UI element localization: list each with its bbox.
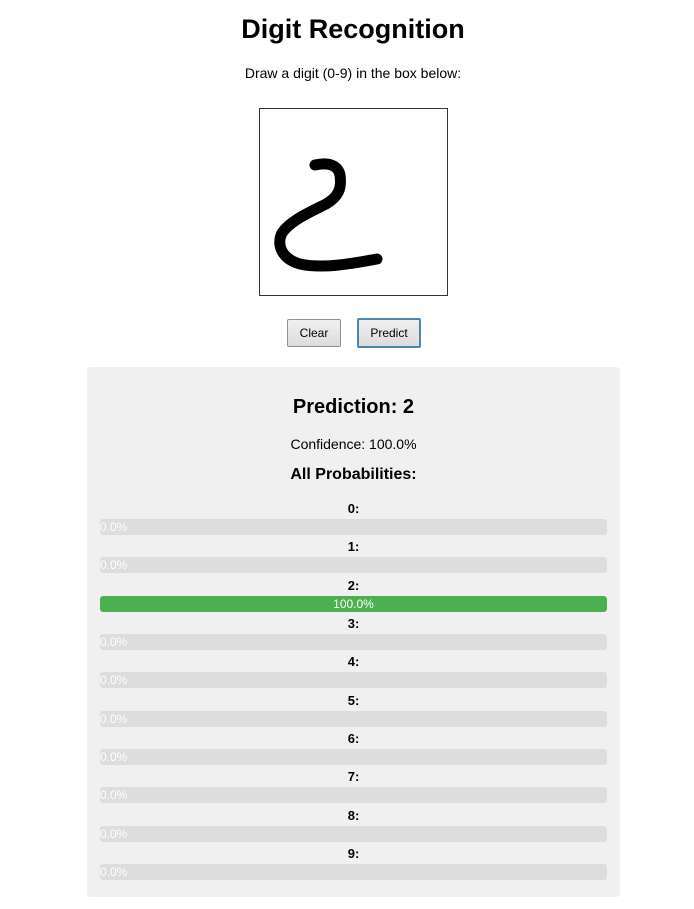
prediction-title: Prediction: 2 <box>292 396 415 418</box>
probability-label: 3: <box>347 615 360 631</box>
probability-label: 6: <box>347 730 360 746</box>
probability-bar-track: 0.0% <box>100 748 607 765</box>
probability-bar-track: 0.0% <box>100 557 607 574</box>
probability-bar-track: 0.0% <box>100 710 607 727</box>
probability-item-5: 5: 0.0% <box>87 691 620 729</box>
results-panel: Prediction: 2 Confidence: 100.0% All Pro… <box>87 367 620 897</box>
probability-item-2: 2: 100.0% <box>87 576 620 614</box>
probability-bar-track: 0.0% <box>100 863 607 880</box>
probability-item-4: 4: 0.0% <box>87 652 620 690</box>
probability-item-3: 3: 0.0% <box>87 614 620 652</box>
drawn-digit-stroke <box>274 158 383 272</box>
probability-label: 8: <box>347 807 360 823</box>
probabilities-heading: All Probabilities: <box>290 466 417 483</box>
probability-label: 9: <box>347 845 360 861</box>
probability-item-7: 7: 0.0% <box>87 767 620 805</box>
probability-item-6: 6: 0.0% <box>87 729 620 767</box>
drawing-canvas[interactable] <box>259 108 448 296</box>
probability-item-8: 8: 0.0% <box>87 806 620 844</box>
probability-value: 0.0% <box>100 788 128 803</box>
probability-list: 0: 0.0% 1: 0.0% 2: 100.0% 3: 0.0% 4: 0.0… <box>87 499 620 882</box>
probability-item-9: 9: 0.0% <box>87 844 620 882</box>
probability-value: 0.0% <box>100 558 128 573</box>
probability-value: 0.0% <box>100 826 128 841</box>
probability-value: 0.0% <box>100 634 128 649</box>
probability-bar-track: 0.0% <box>100 633 607 650</box>
probability-value: 0.0% <box>100 711 128 726</box>
probability-label: 1: <box>347 539 360 555</box>
probability-value: 0.0% <box>100 520 128 534</box>
probability-label: 5: <box>347 692 360 708</box>
page-title: Digit Recognition <box>241 14 465 44</box>
probability-item-0: 0: 0.0% <box>87 499 620 537</box>
probability-label: 4: <box>347 654 360 670</box>
probability-bar-track: 0.0% <box>100 519 607 535</box>
probability-label: 7: <box>347 769 360 785</box>
probability-bar-track: 0.0% <box>100 672 607 689</box>
probability-bar-track: 0.0% <box>100 787 607 804</box>
probability-label: 0: <box>347 501 360 516</box>
predict-button[interactable]: Predict <box>357 318 421 348</box>
probability-label: 2: <box>347 577 360 593</box>
probability-item-1: 1: 0.0% <box>87 537 620 575</box>
probability-bar-track: 0.0% <box>100 825 607 842</box>
probability-value: 0.0% <box>100 864 128 879</box>
instructions-text: Draw a digit (0-9) in the box below: <box>244 65 462 81</box>
probability-value: 0.0% <box>100 673 128 688</box>
confidence-text: Confidence: 100.0% <box>290 436 417 452</box>
probability-value: 0.0% <box>100 749 128 764</box>
probability-value: 100.0% <box>333 596 374 611</box>
clear-button[interactable]: Clear <box>287 319 341 347</box>
digit-recognition-app: Digit Recognition Draw a digit (0-9) in … <box>0 0 694 909</box>
probability-bar-track: 100.0% <box>100 595 607 612</box>
